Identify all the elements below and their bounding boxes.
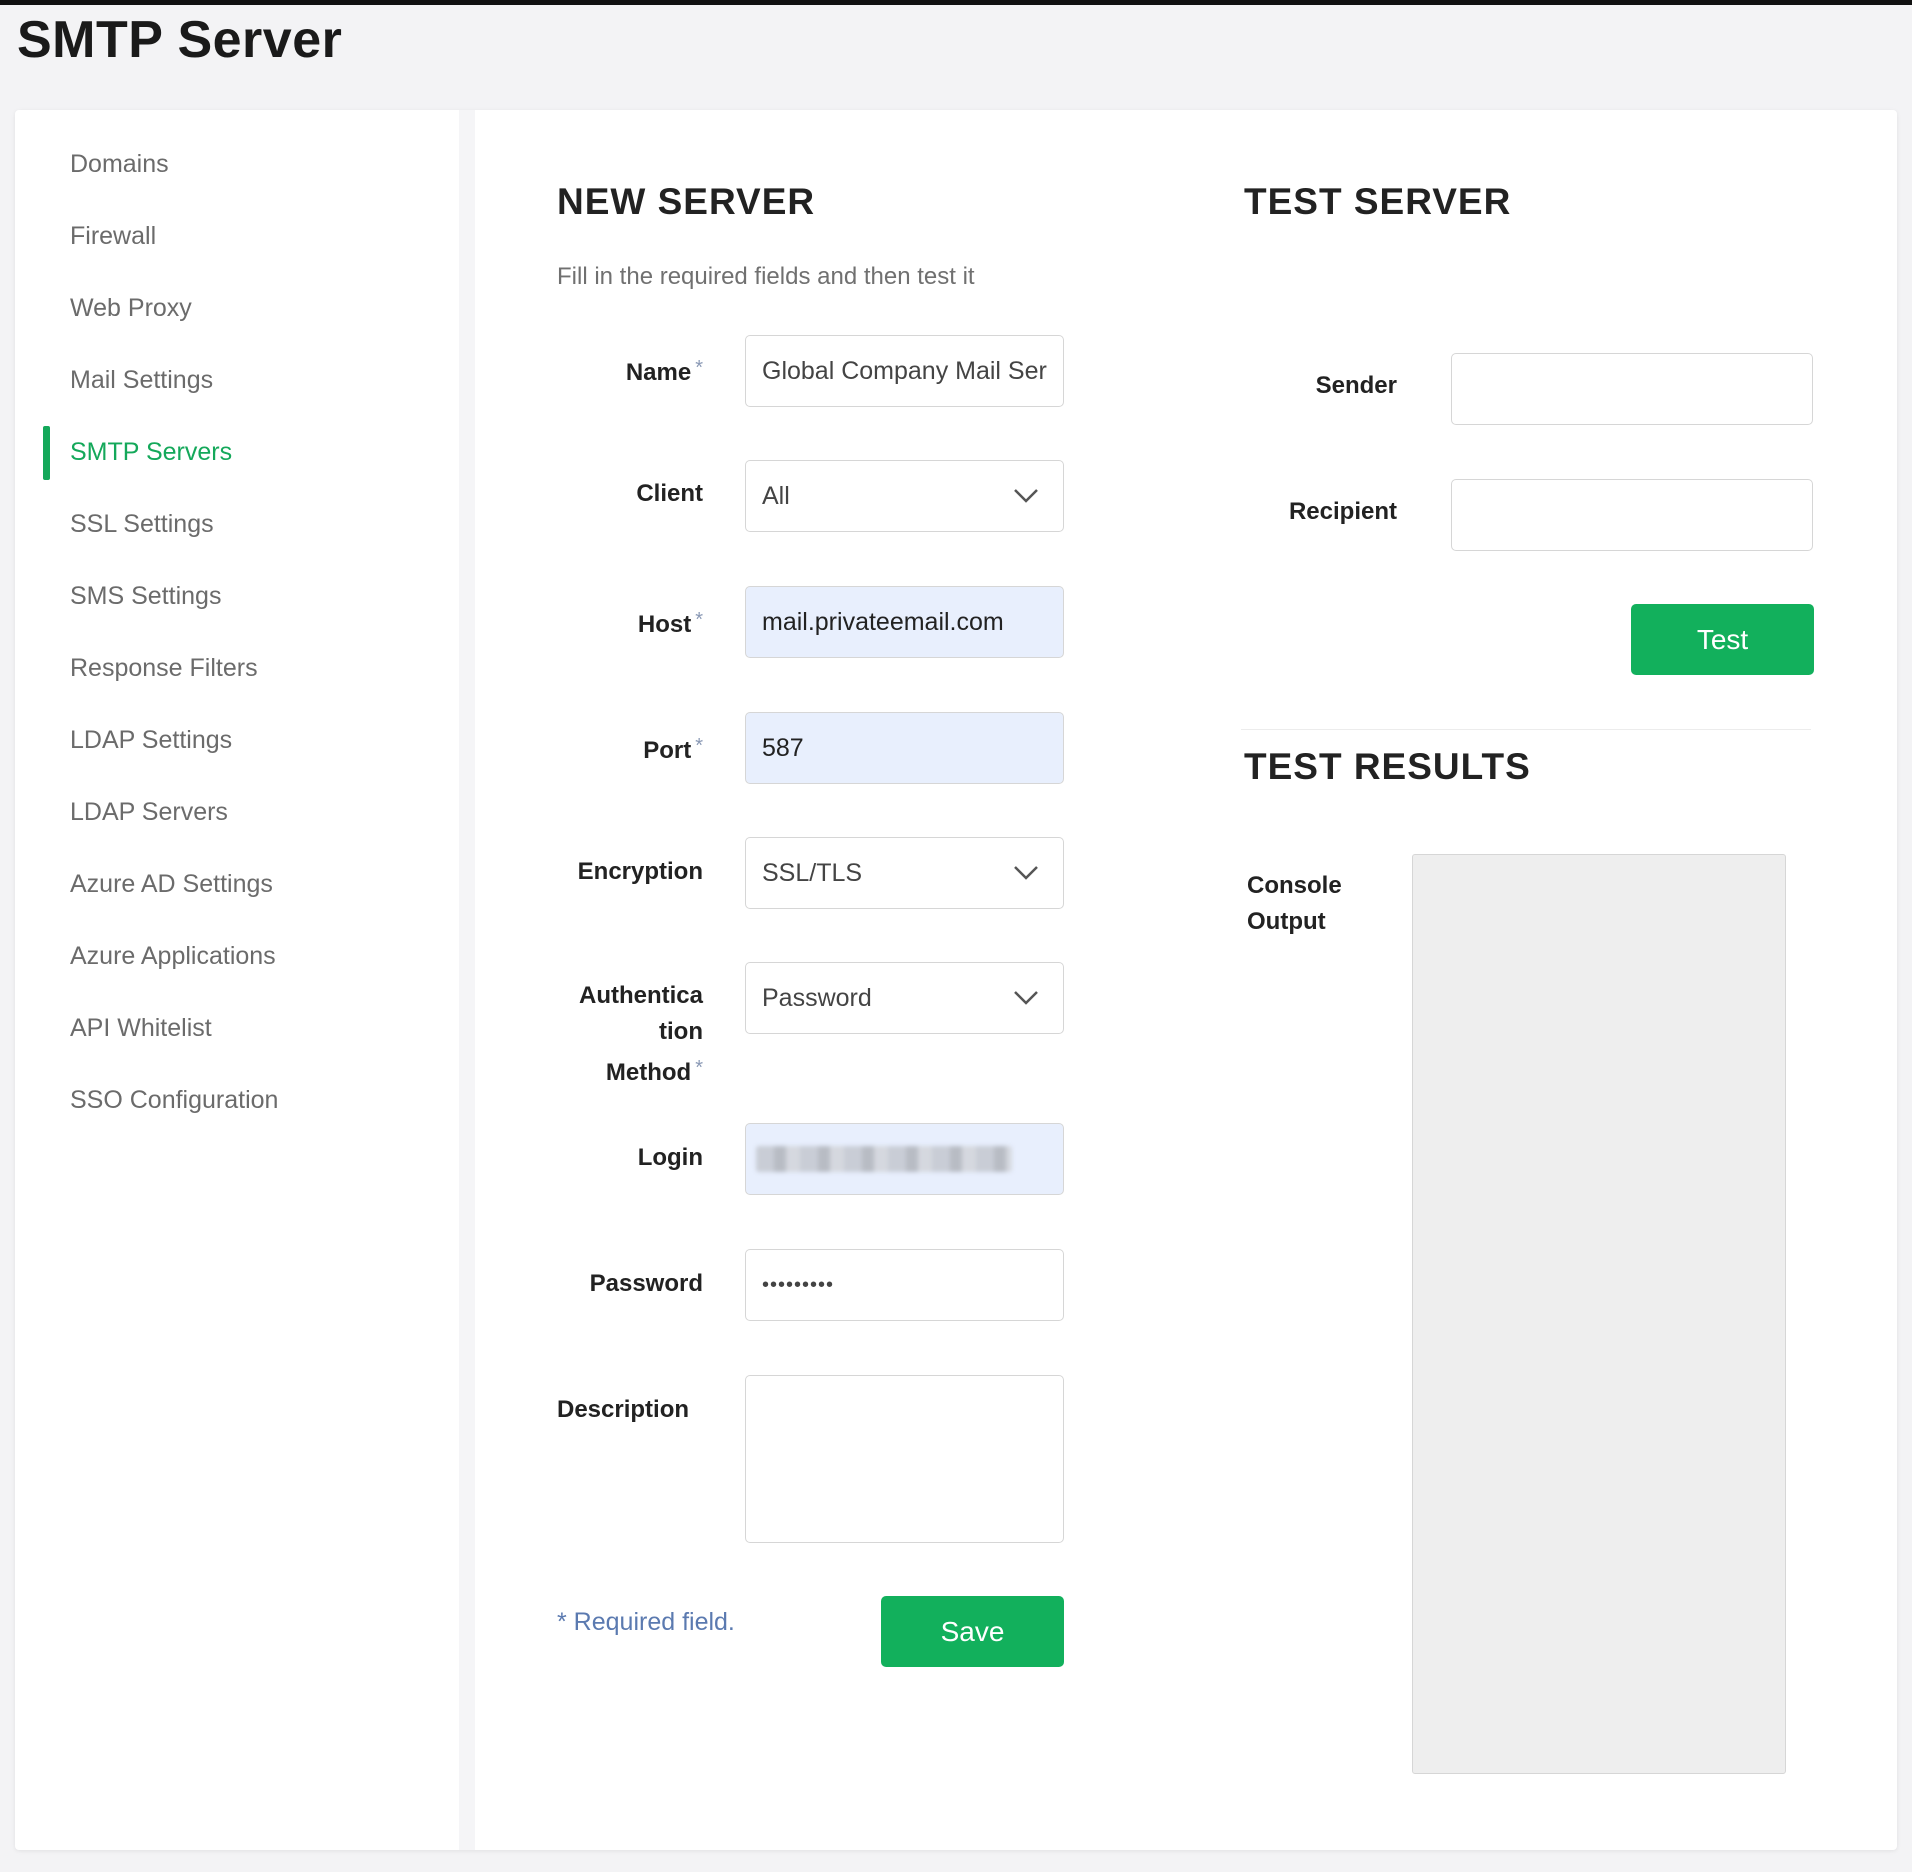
sender-label: Sender [1315, 372, 1397, 399]
active-indicator [43, 426, 50, 480]
chevron-down-icon [1014, 991, 1038, 1005]
main-card: Domains Firewall Web Proxy Mail Settings… [15, 110, 1897, 1850]
sidebar-item-mail-settings[interactable]: Mail Settings [70, 366, 213, 395]
sidebar-item-ssl-settings[interactable]: SSL Settings [70, 510, 214, 539]
new-server-title: NEW SERVER [557, 181, 816, 222]
login-label: Login [637, 1144, 703, 1171]
sidebar: Domains Firewall Web Proxy Mail Settings… [15, 110, 475, 1850]
save-button[interactable]: Save [881, 1596, 1064, 1667]
host-label: Host * [637, 609, 703, 638]
required-mark: * [695, 735, 703, 757]
test-results-title: TEST RESULTS [1244, 746, 1531, 787]
required-field-note: * Required field. [557, 1608, 735, 1636]
auth-method-select[interactable]: Password [745, 962, 1064, 1034]
name-field[interactable]: Global Company Mail Ser [745, 335, 1064, 407]
host-field[interactable]: mail.privateemail.com [745, 586, 1064, 658]
name-label: Name * [625, 357, 703, 386]
divider [1241, 729, 1811, 730]
port-label: Port * [643, 735, 703, 764]
recipient-label: Recipient [1288, 498, 1397, 525]
sidebar-item-firewall[interactable]: Firewall [70, 222, 156, 251]
new-server-subtitle: Fill in the required fields and then tes… [557, 263, 975, 290]
sidebar-item-api-whitelist[interactable]: API Whitelist [70, 1014, 212, 1043]
sidebar-item-sms-settings[interactable]: SMS Settings [70, 582, 221, 611]
sidebar-item-web-proxy[interactable]: Web Proxy [70, 294, 192, 323]
top-bar [0, 0, 1912, 5]
encryption-label: Encryption [577, 858, 703, 885]
test-server-title: TEST SERVER [1244, 181, 1512, 222]
console-output[interactable] [1412, 854, 1786, 1774]
console-output-label: Console Output [1247, 872, 1342, 935]
redacted-login [756, 1146, 1012, 1172]
required-mark: * [695, 609, 703, 631]
sidebar-item-azure-applications[interactable]: Azure Applications [70, 942, 276, 971]
chevron-down-icon [1014, 489, 1038, 503]
recipient-input[interactable] [1451, 479, 1813, 551]
client-select[interactable]: All [745, 460, 1064, 532]
required-mark: * [695, 1057, 703, 1079]
password-field[interactable]: ••••••••• [745, 1249, 1064, 1321]
sidebar-item-azure-ad-settings[interactable]: Azure AD Settings [70, 870, 273, 899]
client-label: Client [636, 480, 703, 507]
encryption-select[interactable]: SSL/TLS [745, 837, 1064, 909]
auth-method-label: Authentica tion Method * [578, 982, 703, 1086]
password-label: Password [589, 1270, 703, 1297]
sidebar-item-sso-configuration[interactable]: SSO Configuration [70, 1086, 278, 1115]
sidebar-item-ldap-servers[interactable]: LDAP Servers [70, 798, 228, 827]
required-mark: * [695, 357, 703, 379]
port-field[interactable]: 587 [745, 712, 1064, 784]
sidebar-item-domains[interactable]: Domains [70, 150, 169, 179]
login-field[interactable] [745, 1123, 1064, 1195]
description-label: Description [557, 1396, 690, 1423]
description-textarea[interactable] [745, 1375, 1064, 1543]
chevron-down-icon [1014, 866, 1038, 880]
sidebar-item-response-filters[interactable]: Response Filters [70, 654, 258, 683]
sidebar-item-smtp-servers[interactable]: SMTP Servers [70, 438, 232, 467]
sidebar-item-ldap-settings[interactable]: LDAP Settings [70, 726, 232, 755]
test-button[interactable]: Test [1631, 604, 1814, 675]
page-title: SMTP Server [17, 11, 343, 69]
sender-input[interactable] [1451, 353, 1813, 425]
